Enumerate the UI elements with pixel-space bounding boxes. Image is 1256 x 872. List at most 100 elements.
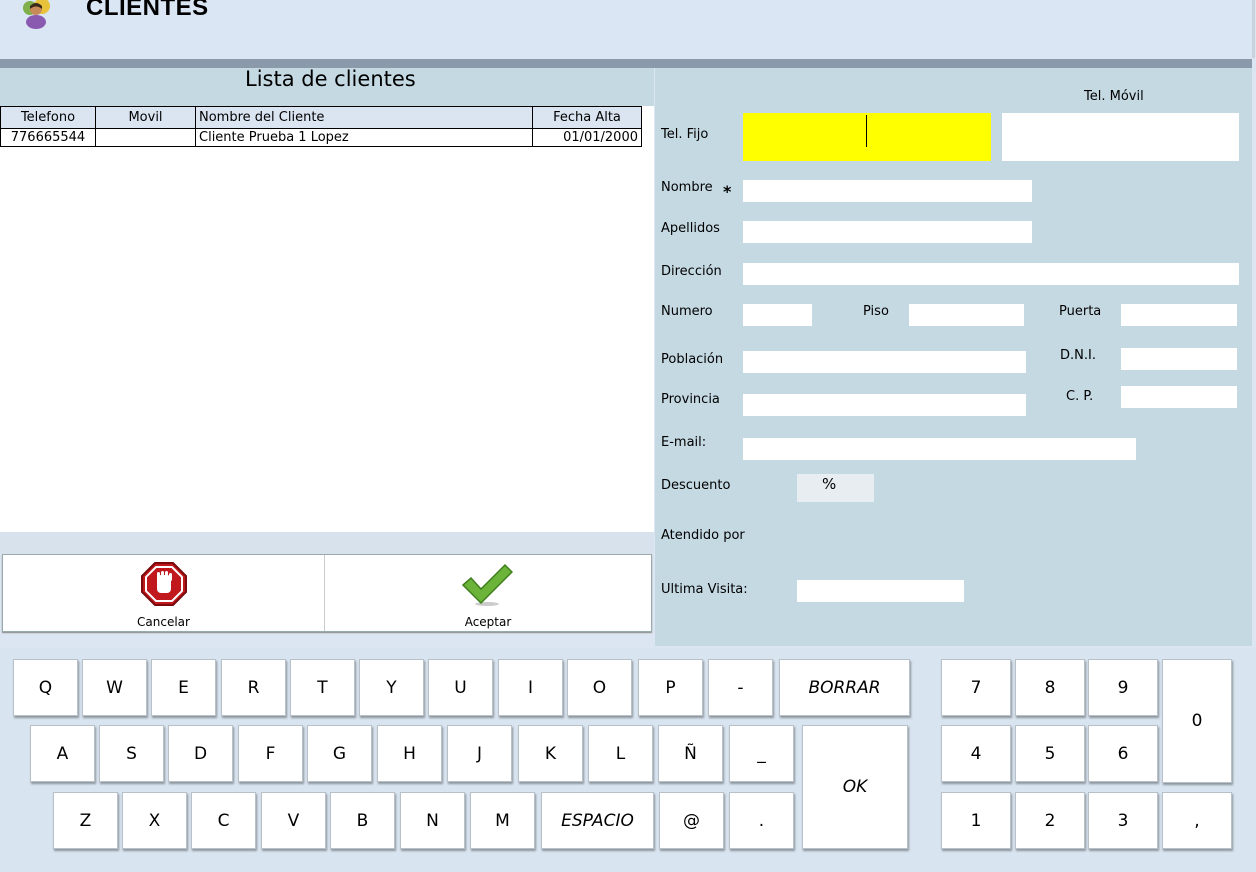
apellidos-label: Apellidos: [661, 221, 720, 236]
key-k[interactable]: K: [518, 725, 583, 782]
ok-key[interactable]: OK: [802, 725, 908, 849]
key-n[interactable]: N: [400, 792, 465, 849]
atendido-por-label: Atendido por: [661, 528, 745, 543]
key-t[interactable]: T: [290, 659, 355, 716]
tel-fijo-label: Tel. Fijo: [661, 127, 709, 142]
numpad-2[interactable]: 2: [1015, 792, 1085, 849]
column-header-fecha-alta[interactable]: Fecha Alta: [532, 106, 642, 129]
cancel-button[interactable]: Cancelar: [3, 555, 325, 631]
provincia-input[interactable]: [743, 394, 1026, 416]
key-y[interactable]: Y: [359, 659, 424, 716]
numpad-9[interactable]: 9: [1088, 659, 1158, 716]
numpad-1[interactable]: 1: [941, 792, 1011, 849]
direccion-input[interactable]: [743, 263, 1239, 285]
poblacion-label: Población: [661, 352, 724, 367]
email-label: E-mail:: [661, 435, 707, 450]
column-header-nombre[interactable]: Nombre del Cliente: [195, 106, 533, 129]
key-hyphen[interactable]: -: [708, 659, 773, 716]
column-header-telefono[interactable]: Telefono: [0, 106, 96, 129]
puerta-label: Puerta: [1059, 304, 1102, 319]
cell-movil: [95, 128, 196, 147]
key-f[interactable]: F: [238, 725, 303, 782]
email-input[interactable]: [743, 438, 1136, 460]
nombre-input[interactable]: [743, 180, 1032, 202]
key-h[interactable]: H: [377, 725, 442, 782]
client-list-area[interactable]: [0, 106, 654, 532]
numpad-0[interactable]: 0: [1162, 659, 1232, 783]
page-title: CLIENTES: [86, 0, 209, 21]
key-d[interactable]: D: [168, 725, 233, 782]
cell-telefono: 776665544: [0, 128, 96, 147]
piso-label: Piso: [863, 304, 889, 319]
key-at[interactable]: @: [659, 792, 724, 849]
key-r[interactable]: R: [221, 659, 286, 716]
checkmark-icon: [461, 563, 514, 610]
column-header-movil[interactable]: Movil: [95, 106, 196, 129]
client-table: Telefono Movil Nombre del Cliente Fecha …: [0, 106, 642, 147]
numero-input[interactable]: [743, 304, 812, 326]
provincia-label: Provincia: [661, 392, 720, 407]
descuento-label: Descuento: [661, 478, 731, 493]
tel-fijo-input[interactable]: [743, 113, 991, 161]
ultima-visita-label: Ultima Visita:: [661, 582, 748, 597]
key-u[interactable]: U: [428, 659, 493, 716]
backspace-key[interactable]: BORRAR: [779, 659, 910, 716]
key-a[interactable]: A: [30, 725, 95, 782]
key-period[interactable]: .: [729, 792, 794, 849]
key-o[interactable]: O: [567, 659, 632, 716]
tel-movil-label: Tel. Móvil: [1084, 89, 1144, 104]
key-e[interactable]: E: [151, 659, 216, 716]
cell-nombre: Cliente Prueba 1 Lopez: [195, 128, 533, 147]
direccion-label: Dirección: [661, 264, 722, 279]
apellidos-input[interactable]: [743, 221, 1032, 243]
tel-movil-input[interactable]: [1002, 113, 1239, 161]
key-enye[interactable]: Ñ: [658, 725, 723, 782]
space-key[interactable]: ESPACIO: [541, 792, 654, 849]
key-v[interactable]: V: [261, 792, 326, 849]
key-w[interactable]: W: [82, 659, 147, 716]
key-g[interactable]: G: [307, 725, 372, 782]
numpad-comma[interactable]: ,: [1162, 792, 1232, 849]
header-divider: [0, 59, 1252, 68]
key-l[interactable]: L: [588, 725, 653, 782]
numpad-4[interactable]: 4: [941, 725, 1011, 782]
key-z[interactable]: Z: [53, 792, 118, 849]
key-q[interactable]: Q: [13, 659, 78, 716]
key-underscore[interactable]: _: [729, 725, 794, 782]
key-p[interactable]: P: [638, 659, 703, 716]
numpad-3[interactable]: 3: [1088, 792, 1158, 849]
cp-input[interactable]: [1121, 386, 1237, 408]
action-button-bar: Cancelar Aceptar: [2, 554, 652, 632]
key-b[interactable]: B: [330, 792, 395, 849]
dni-input[interactable]: [1121, 348, 1237, 370]
clients-logo-icon: [16, 0, 60, 30]
key-i[interactable]: I: [498, 659, 563, 716]
list-footer: [0, 532, 654, 554]
numpad-6[interactable]: 6: [1088, 725, 1158, 782]
descuento-input[interactable]: %: [797, 474, 874, 502]
key-x[interactable]: X: [122, 792, 187, 849]
stop-hand-icon: [140, 561, 188, 610]
text-cursor: [866, 115, 867, 147]
accept-label: Aceptar: [464, 615, 512, 629]
numpad-8[interactable]: 8: [1015, 659, 1085, 716]
cp-label: C. P.: [1066, 389, 1094, 404]
poblacion-input[interactable]: [743, 351, 1026, 373]
table-row[interactable]: 776665544 Cliente Prueba 1 Lopez 01/01/2…: [0, 128, 642, 147]
key-j[interactable]: J: [447, 725, 512, 782]
numpad-7[interactable]: 7: [941, 659, 1011, 716]
ultima-visita-input[interactable]: [797, 580, 964, 602]
cancel-label: Cancelar: [137, 615, 190, 629]
key-c[interactable]: C: [191, 792, 256, 849]
numpad-5[interactable]: 5: [1015, 725, 1085, 782]
cell-fecha-alta: 01/01/2000: [532, 128, 642, 147]
key-m[interactable]: M: [470, 792, 535, 849]
puerta-input[interactable]: [1121, 304, 1237, 326]
required-marker: *: [723, 182, 732, 201]
accept-button[interactable]: Aceptar: [325, 555, 651, 631]
piso-input[interactable]: [909, 304, 1024, 326]
key-s[interactable]: S: [99, 725, 164, 782]
table-header-row: Telefono Movil Nombre del Cliente Fecha …: [0, 106, 642, 129]
client-list-title: Lista de clientes: [245, 67, 416, 91]
dni-label: D.N.I.: [1060, 348, 1096, 363]
